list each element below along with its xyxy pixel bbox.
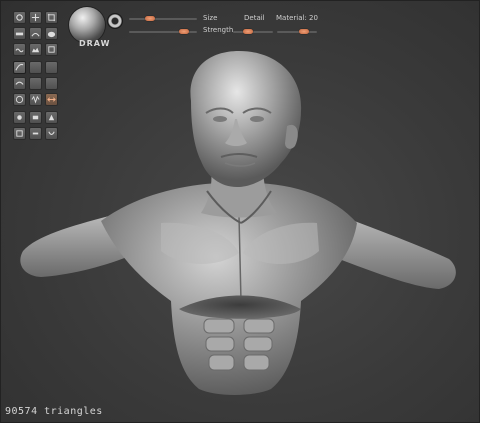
circle-icon[interactable] (13, 93, 26, 106)
clay-icon[interactable] (29, 43, 42, 56)
brush-a-icon[interactable] (13, 111, 26, 124)
size-slider-track[interactable] (129, 18, 197, 20)
brush-d-icon[interactable] (13, 127, 26, 140)
blank-icon[interactable] (29, 61, 42, 74)
material-slider-knob[interactable] (299, 29, 309, 34)
blank-icon[interactable] (29, 77, 42, 90)
tool-palette (13, 11, 61, 145)
size-slider-knob[interactable] (145, 16, 155, 21)
brush-f-icon[interactable] (45, 127, 58, 140)
inflate-icon[interactable] (45, 27, 58, 40)
strength-slider-knob[interactable] (179, 29, 189, 34)
sphere-brush-icon[interactable] (69, 7, 105, 43)
detail-label: Detail (244, 14, 265, 22)
alpha-icon[interactable] (107, 13, 123, 29)
sculpt-viewport[interactable]: DRAW Size Strength Detail Material: 20 9… (0, 0, 480, 423)
triangle-count: 90574 triangles (5, 406, 103, 417)
symmetry-icon[interactable] (45, 93, 58, 106)
wave-icon[interactable] (29, 93, 42, 106)
blank-icon[interactable] (45, 61, 58, 74)
size-label: Size (203, 14, 218, 22)
detail-slider-track[interactable] (233, 31, 273, 33)
blank-icon[interactable] (45, 77, 58, 90)
brush-b-icon[interactable] (29, 111, 42, 124)
tool-group-brushes (13, 111, 61, 140)
trim-icon[interactable] (45, 43, 58, 56)
brush-c-icon[interactable] (45, 111, 58, 124)
brush-name: DRAW (79, 39, 111, 48)
tool-group-stroke (13, 61, 61, 106)
flatten-icon[interactable] (13, 27, 26, 40)
material-slider-track[interactable] (277, 31, 317, 33)
pinch-icon[interactable] (29, 27, 42, 40)
rotate-icon[interactable] (13, 11, 26, 24)
sculpt-model[interactable] (1, 1, 480, 423)
brush-e-icon[interactable] (29, 127, 42, 140)
curve-icon[interactable] (13, 61, 26, 74)
crop-icon[interactable] (45, 11, 58, 24)
detail-slider-knob[interactable] (243, 29, 253, 34)
lasso-icon[interactable] (13, 77, 26, 90)
material-label: Material: 20 (276, 14, 318, 22)
strength-label: Strength (203, 26, 234, 34)
smooth-icon[interactable] (13, 43, 26, 56)
tool-group-sculpt (13, 11, 61, 56)
move-icon[interactable] (29, 11, 42, 24)
